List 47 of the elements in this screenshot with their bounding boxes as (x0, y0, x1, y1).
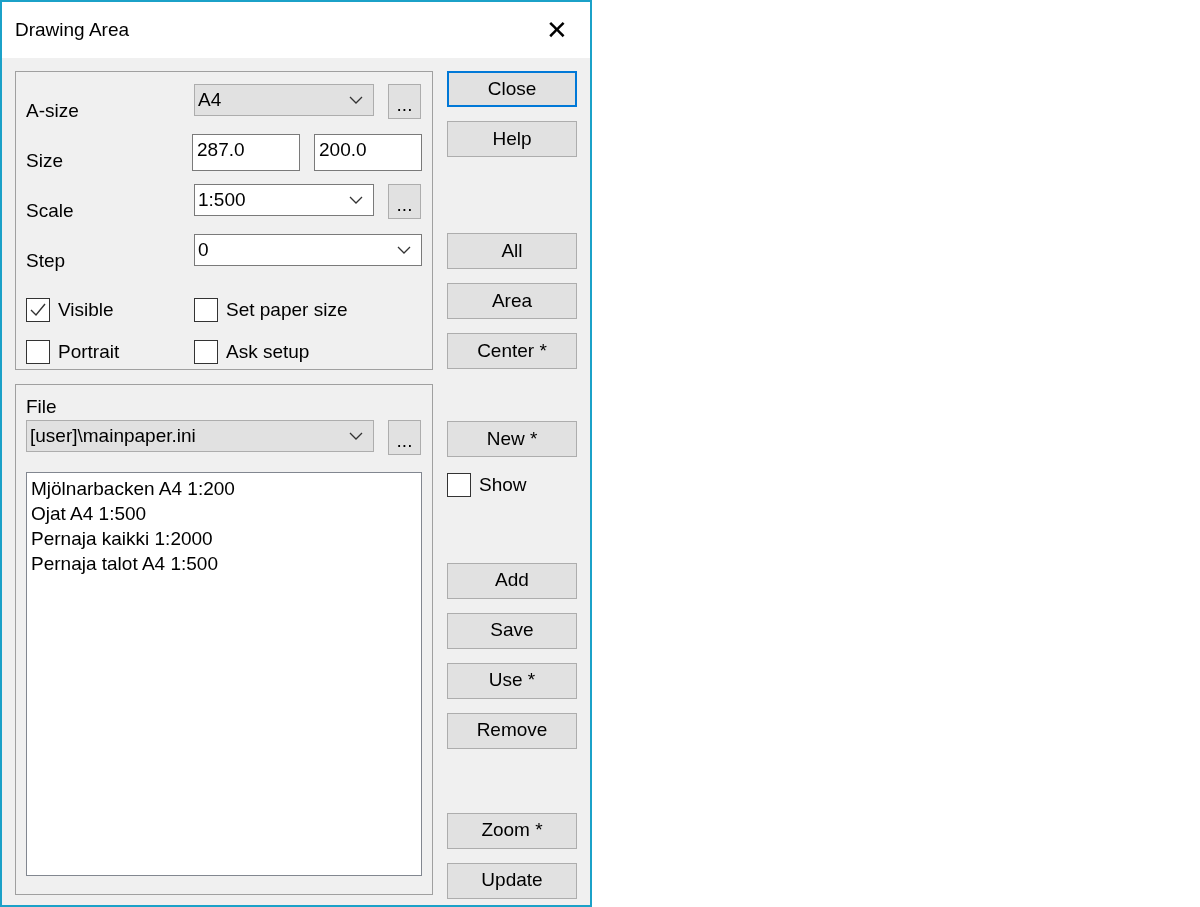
push-button[interactable]: Center * (447, 333, 577, 369)
push-button[interactable]: Zoom * (447, 812, 577, 849)
window-title: Drawing Area (15, 17, 130, 42)
push-button[interactable]: Area (447, 283, 577, 319)
checkbox[interactable] (26, 339, 50, 364)
dropdown[interactable]: [user]\mainpaper.ini (26, 420, 374, 452)
browse-button[interactable]: ... (388, 84, 421, 119)
checkbox-label: Ask setup (226, 339, 310, 364)
checkbox-label: Visible (58, 298, 114, 322)
push-button[interactable]: New * (447, 421, 577, 457)
push-button[interactable]: Remove (447, 712, 577, 749)
caret-icon (349, 96, 363, 104)
browse-button[interactable]: ... (388, 420, 421, 455)
list-item[interactable]: Pernaja kaikki 1:2000 (30, 526, 214, 551)
checkbox[interactable] (447, 473, 471, 498)
push-button[interactable]: All (447, 233, 577, 269)
push-button[interactable]: Update (447, 862, 577, 899)
checkbox-label: Set paper size (226, 298, 348, 322)
checkbox-label: Portrait (58, 339, 120, 364)
field-label: Step (26, 249, 67, 273)
push-button[interactable]: Close (447, 71, 577, 107)
push-button[interactable]: Help (447, 121, 577, 157)
caret-icon (349, 196, 363, 204)
input-field[interactable]: 200.0 (314, 134, 422, 171)
field-label: A-size (26, 99, 80, 123)
browse-button[interactable]: ... (388, 184, 421, 219)
field-label: Size (26, 149, 64, 173)
caret-icon (397, 246, 411, 254)
caret-icon (349, 432, 363, 440)
field-label: File (26, 397, 58, 416)
push-button[interactable]: Save (447, 612, 577, 649)
list-item[interactable]: Pernaja talot A4 1:500 (30, 551, 219, 576)
combo-box[interactable]: 1:500 (194, 184, 374, 216)
checkbox[interactable] (26, 298, 50, 323)
checkbox[interactable] (194, 298, 218, 323)
checkbox-label: Show (479, 473, 527, 497)
list-item[interactable]: Ojat A4 1:500 (30, 501, 148, 526)
combo-box[interactable]: 0 (194, 234, 422, 266)
field-label: Scale (26, 199, 75, 223)
checkbox[interactable] (194, 339, 218, 364)
list-item[interactable]: Mjölnarbacken A4 1:200 (30, 476, 236, 501)
close-button[interactable]: ✕ (542, 15, 572, 45)
push-button[interactable]: Add (447, 562, 577, 599)
push-button[interactable]: Use * (447, 662, 577, 699)
check-icon (30, 303, 46, 318)
input-field[interactable]: 287.0 (192, 134, 300, 171)
dropdown[interactable]: A4 (194, 84, 374, 116)
